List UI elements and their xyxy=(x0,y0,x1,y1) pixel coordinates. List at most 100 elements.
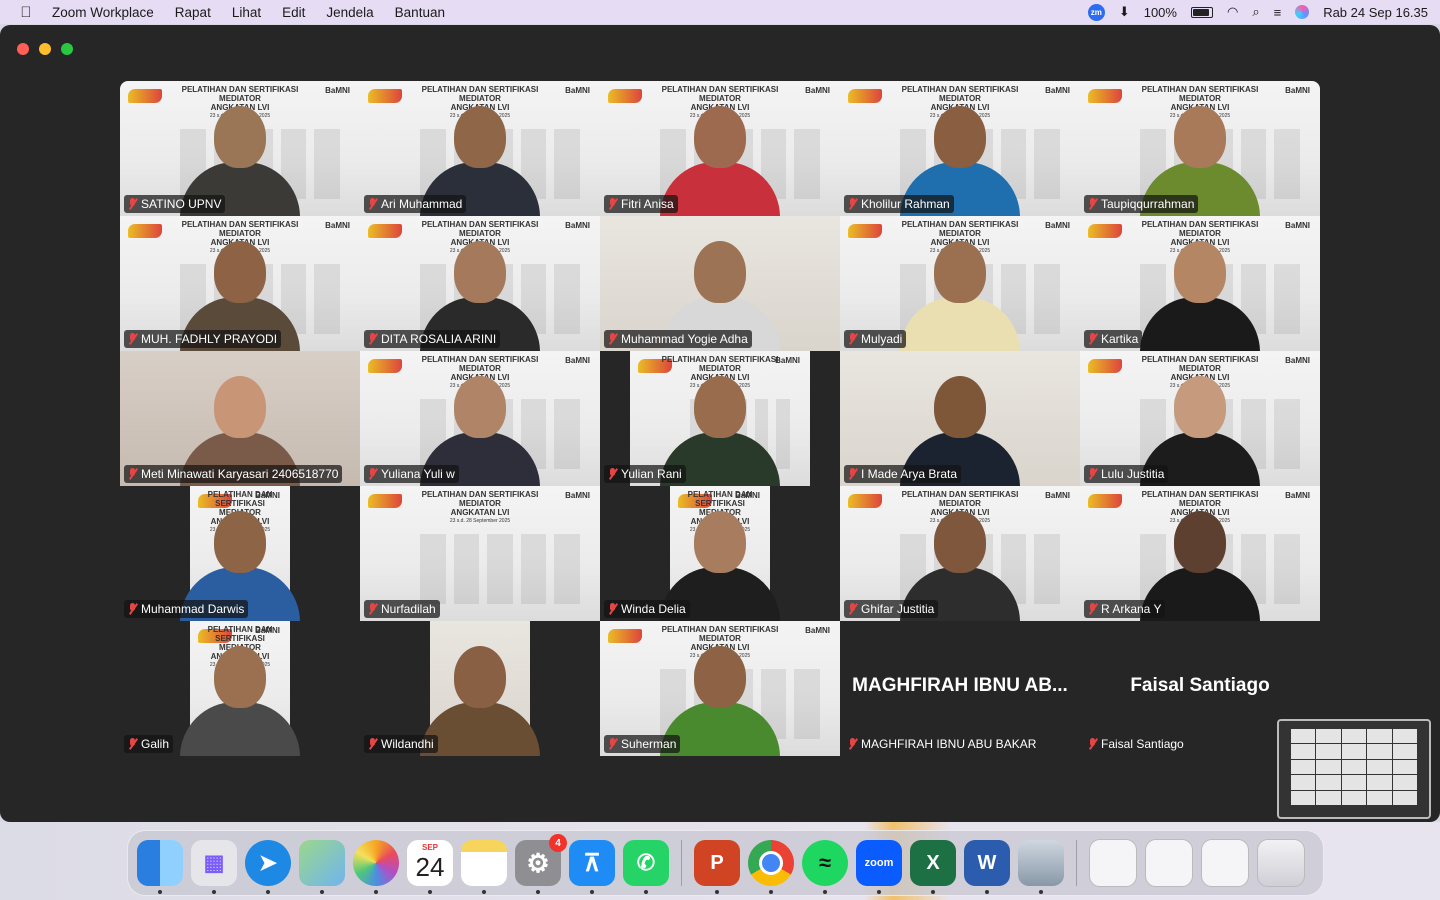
participant-tile[interactable]: Meti Minawati Karyasari 2406518770 xyxy=(120,351,360,486)
close-window-button[interactable] xyxy=(17,43,29,55)
word-icon[interactable]: W xyxy=(964,840,1010,894)
mic-muted-icon xyxy=(607,333,618,345)
battery-icon[interactable] xyxy=(1190,6,1213,18)
participant-name: Nurfadilah xyxy=(381,602,436,616)
participant-tile[interactable]: BaMNIPELATIHAN DAN SERTIFIKASIMEDIATORAN… xyxy=(600,621,840,756)
thumbnail-cell xyxy=(1291,775,1316,790)
spotlight-search-icon[interactable]: ⌕ xyxy=(1252,4,1259,20)
excel-icon[interactable]: X xyxy=(910,840,956,894)
participant-name: SATINO UPNV xyxy=(141,197,222,211)
participant-tile[interactable]: Muhammad Yogie Adha xyxy=(600,216,840,351)
participant-name-tag: Kholilur Rahman xyxy=(844,195,954,213)
fullscreen-window-button[interactable] xyxy=(61,43,73,55)
banner-line2: MEDIATOR xyxy=(699,94,741,103)
participant-tile[interactable]: BaMNIPELATIHAN DAN SERTIFIKASIMEDIATORAN… xyxy=(360,216,600,351)
participant-tile[interactable]: BaMNIPELATIHAN DAN SERTIFIKASIMEDIATORAN… xyxy=(600,486,840,621)
participant-name: Muhammad Darwis xyxy=(141,602,245,616)
participant-name-tag: Winda Delia xyxy=(604,600,690,618)
menu-edit[interactable]: Edit xyxy=(282,5,305,20)
menu-jendela[interactable]: Jendela xyxy=(326,5,373,20)
recent-document-1-icon[interactable] xyxy=(1089,839,1137,887)
calendar-icon[interactable]: SEP 24 xyxy=(407,840,453,894)
menu-app-name[interactable]: Zoom Workplace xyxy=(52,5,154,20)
maps-icon[interactable] xyxy=(299,840,345,894)
participant-tile[interactable]: Wildandhi xyxy=(360,621,600,756)
thumbnail-cell xyxy=(1316,729,1341,744)
participant-tile[interactable]: BaMNIPELATIHAN DAN SERTIFIKASIMEDIATORAN… xyxy=(600,351,840,486)
participant-tile[interactable]: BaMNIPELATIHAN DAN SERTIFIKASIMEDIATORAN… xyxy=(360,486,600,621)
banner-line2: MEDIATOR xyxy=(219,94,261,103)
recent-document-2-icon[interactable] xyxy=(1145,839,1193,887)
banner-line1: PELATIHAN DAN SERTIFIKASI xyxy=(687,490,753,508)
participant-tile[interactable]: BaMNIPELATIHAN DAN SERTIFIKASIMEDIATORAN… xyxy=(120,621,360,756)
thumbnail-cell xyxy=(1316,790,1341,805)
finder-icon[interactable] xyxy=(137,840,183,894)
spotify-icon[interactable]: ≈ xyxy=(802,840,848,894)
participant-display-name: MAGHFIRAH IBNU AB... xyxy=(852,675,1068,696)
menu-bantuan[interactable]: Bantuan xyxy=(395,5,445,20)
gallery-thumbnail-preview[interactable] xyxy=(1277,719,1431,819)
dock-separator xyxy=(1076,840,1077,886)
banner-line1: PELATIHAN DAN SERTIFIKASI xyxy=(181,220,299,229)
zoom-icon[interactable]: zoom xyxy=(856,840,902,894)
appstore-icon[interactable]: ⊼ xyxy=(569,840,615,894)
siri-icon[interactable] xyxy=(1295,5,1310,19)
participant-tile[interactable]: BaMNIPELATIHAN DAN SERTIFIKASIMEDIATORAN… xyxy=(120,216,360,351)
participant-tile[interactable]: BaMNIPELATIHAN DAN SERTIFIKASIMEDIATORAN… xyxy=(840,216,1080,351)
participant-name-tag: MUH. FADHLY PRAYODI xyxy=(124,330,282,348)
participant-tile[interactable]: BaMNIPELATIHAN DAN SERTIFIKASIMEDIATORAN… xyxy=(120,81,360,216)
banner-line2: MEDIATOR xyxy=(459,364,501,373)
participant-tile[interactable]: I Made Arya Brata xyxy=(840,351,1080,486)
settings-icon[interactable]: ⚙ 4 xyxy=(515,834,567,894)
recent-document-3-icon[interactable] xyxy=(1201,839,1249,887)
whatsapp-icon[interactable]: ✆ xyxy=(623,840,669,894)
menu-lihat[interactable]: Lihat xyxy=(232,5,261,20)
thumbnail-cell xyxy=(1316,775,1341,790)
photos-icon[interactable] xyxy=(353,840,399,894)
settings-badge: 4 xyxy=(549,834,567,852)
mic-muted-icon xyxy=(367,333,378,345)
mic-muted-icon xyxy=(367,603,378,615)
banner-line1: PELATIHAN DAN SERTIFIKASI xyxy=(1141,220,1259,229)
control-center-icon[interactable]: ≡ xyxy=(1274,5,1282,20)
participant-name-tag: Mulyadi xyxy=(844,330,907,348)
mic-muted-icon xyxy=(847,738,858,750)
participant-tile[interactable]: BaMNIPELATIHAN DAN SERTIFIKASIMEDIATORAN… xyxy=(120,486,360,621)
participant-tile[interactable]: MAGHFIRAH IBNU AB... MAGHFIRAH IBNU ABU B… xyxy=(840,621,1080,756)
participant-tile[interactable]: BaMNIPELATIHAN DAN SERTIFIKASIMEDIATORAN… xyxy=(1080,81,1320,216)
participant-tile[interactable]: BaMNIPELATIHAN DAN SERTIFIKASIMEDIATORAN… xyxy=(840,81,1080,216)
download-icon[interactable]: ⬇ xyxy=(1119,4,1130,20)
zoom-status-icon[interactable]: zm xyxy=(1087,3,1105,21)
banner-line2: MEDIATOR xyxy=(459,94,501,103)
participant-name-tag: Meti Minawati Karyasari 2406518770 xyxy=(124,465,343,483)
participant-name: Wildandhi xyxy=(381,737,434,751)
powerpoint-icon[interactable]: P xyxy=(694,840,740,894)
minimize-window-button[interactable] xyxy=(39,43,51,55)
banner-line1: PELATIHAN DAN SERTIFIKASI xyxy=(661,85,779,94)
wifi-icon[interactable]: ◠ xyxy=(1227,4,1238,20)
participant-tile[interactable]: BaMNIPELATIHAN DAN SERTIFIKASIMEDIATORAN… xyxy=(360,81,600,216)
menu-rapat[interactable]: Rapat xyxy=(175,5,211,20)
thumbnail-cell xyxy=(1291,759,1316,775)
thumbnail-cell xyxy=(1392,790,1417,805)
preview-icon[interactable] xyxy=(1018,840,1064,894)
apple-menu-icon[interactable]:  xyxy=(0,4,52,21)
safari-icon[interactable]: ➤ xyxy=(245,840,291,894)
participant-tile[interactable]: BaMNIPELATIHAN DAN SERTIFIKASIMEDIATORAN… xyxy=(360,351,600,486)
menubar-clock[interactable]: Rab 24 Sep 16.35 xyxy=(1323,5,1428,20)
thumbnail-cell xyxy=(1316,744,1341,759)
banner-line2: MEDIATOR xyxy=(699,634,741,643)
participant-tile[interactable]: BaMNIPELATIHAN DAN SERTIFIKASIMEDIATORAN… xyxy=(1080,216,1320,351)
launchpad-icon[interactable]: ▦ xyxy=(191,840,237,894)
participant-tile[interactable]: BaMNIPELATIHAN DAN SERTIFIKASIMEDIATORAN… xyxy=(1080,351,1320,486)
participant-name: Lulu Justitia xyxy=(1101,467,1165,481)
participant-tile[interactable]: BaMNIPELATIHAN DAN SERTIFIKASIMEDIATORAN… xyxy=(840,486,1080,621)
mic-muted-icon xyxy=(847,603,858,615)
trash-icon[interactable] xyxy=(1257,839,1305,887)
participant-tile[interactable]: BaMNIPELATIHAN DAN SERTIFIKASIMEDIATORAN… xyxy=(600,81,840,216)
chrome-icon[interactable] xyxy=(748,840,794,894)
mic-muted-icon xyxy=(127,198,138,210)
participant-tile[interactable]: BaMNIPELATIHAN DAN SERTIFIKASIMEDIATORAN… xyxy=(1080,486,1320,621)
thumbnail-cell xyxy=(1341,790,1367,805)
notes-icon[interactable] xyxy=(461,840,507,894)
